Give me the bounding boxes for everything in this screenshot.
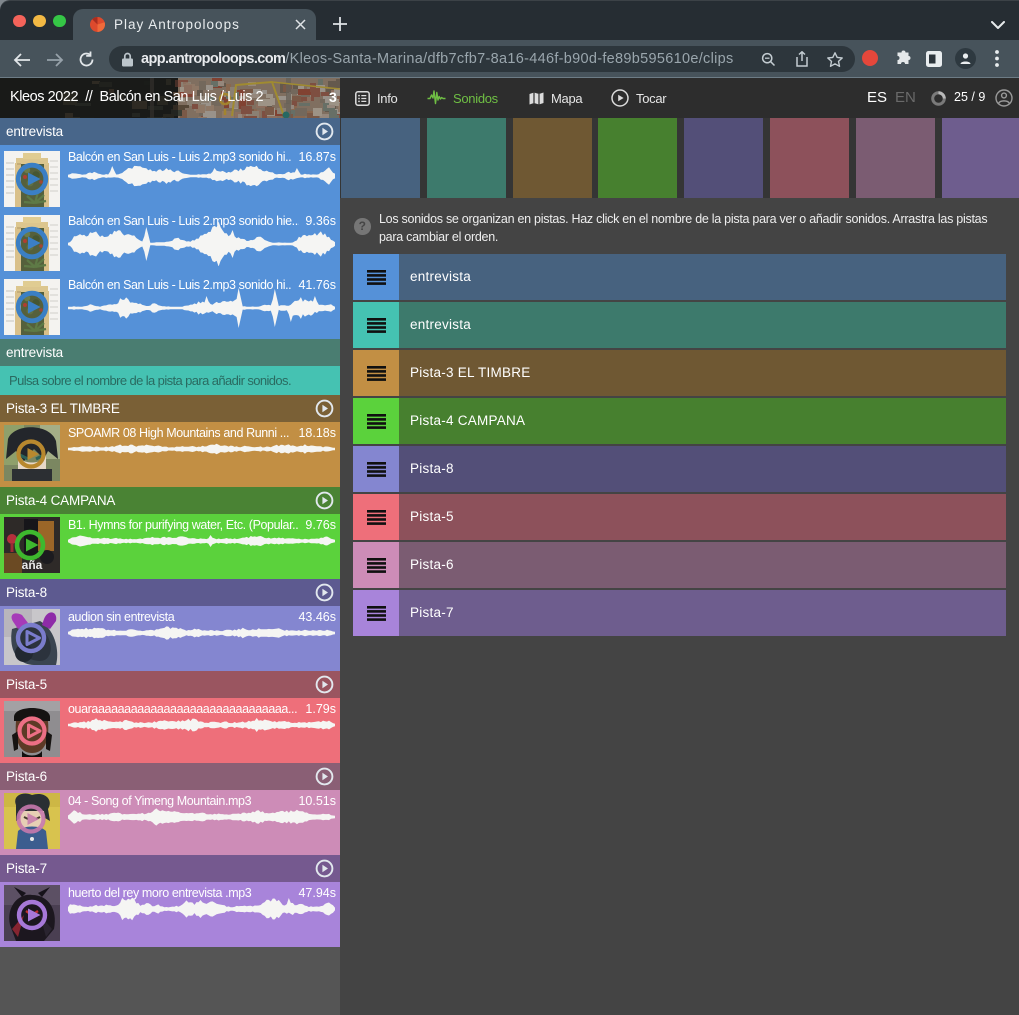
- svg-text:aña: aña: [22, 558, 43, 572]
